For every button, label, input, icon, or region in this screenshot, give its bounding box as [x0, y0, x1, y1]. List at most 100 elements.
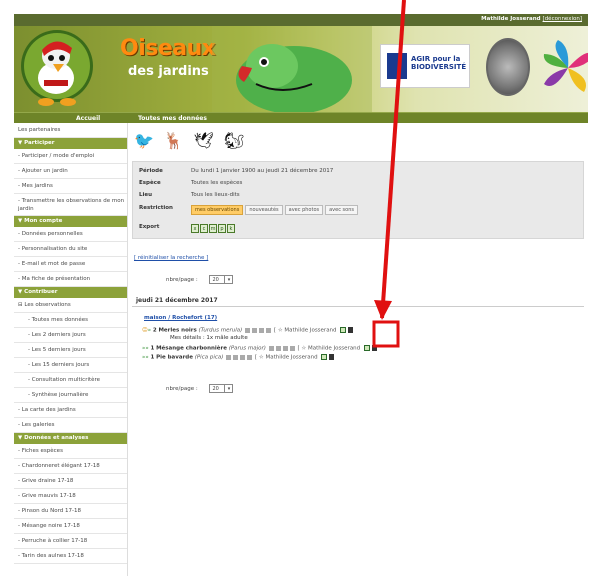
sidebar-item[interactable]: - Les galeries — [14, 418, 127, 433]
bird-flying-icon[interactable]: 🕊 — [194, 131, 214, 150]
site-title-line2: des jardins — [128, 64, 209, 79]
restriction-chip[interactable]: nouveautés — [245, 205, 283, 215]
logout-link[interactable]: [déconnexion] — [543, 16, 582, 22]
sidebar-item[interactable]: - Les 5 derniers jours — [14, 343, 127, 358]
expand-icon[interactable]: »» — [142, 346, 149, 352]
info-icon[interactable] — [289, 345, 295, 351]
sidebar-item-partners[interactable]: Les partenaires — [14, 123, 127, 138]
sidebar-item[interactable]: - Personnalisation du site — [14, 242, 127, 257]
export-map-icon[interactable]: m — [209, 224, 217, 233]
sidebar-head-account[interactable]: ▼ Mon compte — [14, 216, 127, 227]
per-page-label: nbre/page : — [166, 277, 198, 283]
obs-latin: (Turdus merula) — [198, 327, 243, 334]
sidebar-item[interactable]: - Mes jardins — [14, 179, 127, 194]
filter-value[interactable]: Toutes les espèces — [191, 180, 242, 186]
sidebar-item[interactable]: - La carte des jardins — [14, 403, 127, 418]
sidebar-item[interactable]: - Consultation multicritère — [14, 373, 127, 388]
header-banner: Oiseaux des jardins AGIR pour la BIODIVE… — [14, 26, 588, 112]
map-icon[interactable] — [252, 327, 258, 333]
sidebar: Les partenaires ▼ Participer - Participe… — [14, 123, 128, 576]
restriction-chip[interactable]: avec sons — [325, 205, 358, 215]
sidebar-item[interactable]: - Ma fiche de présentation — [14, 272, 127, 287]
observation-row: »» 1 Mésange charbonnière (Parus major) … — [142, 345, 377, 352]
bird-perched-icon[interactable]: 🐦 — [134, 131, 154, 150]
sidebar-item[interactable]: - Grive draine 17-18 — [14, 474, 127, 489]
sidebar-item[interactable]: - Mésange noire 17-18 — [14, 519, 127, 534]
sidebar-item[interactable]: - Tarin des aulnes 17-18 — [14, 549, 127, 564]
trash-icon[interactable] — [329, 354, 335, 360]
edit-icon[interactable] — [340, 327, 347, 333]
filter-label: Restriction — [139, 205, 173, 211]
sidebar-item[interactable]: - Toutes mes données — [14, 313, 127, 328]
agir-biodiversite-logo: AGIR pour la BIODIVERSITÉ — [380, 44, 470, 88]
sidebar-item[interactable]: - Grive mauvis 17-18 — [14, 489, 127, 504]
sidebar-item[interactable]: - Données personnelles — [14, 227, 127, 242]
obs-latin: (Pica pica) — [194, 354, 224, 361]
per-page-control: nbre/page : 20 ▾ — [166, 275, 234, 284]
squirrel-icon[interactable]: 🐿 — [224, 131, 244, 150]
sidebar-item-observations[interactable]: ⊟ Les observations — [14, 298, 127, 313]
chart-icon[interactable] — [240, 354, 246, 360]
agir-logo-text: AGIR pour la BIODIVERSITÉ — [411, 55, 467, 71]
place-link[interactable]: maison / Rochefort (17) — [144, 315, 217, 321]
sidebar-head-label: Participer — [24, 140, 55, 146]
trash-icon[interactable] — [348, 327, 354, 333]
species-group-icons: 🐦 🦌 🕊 🐿 — [134, 131, 252, 155]
sidebar-item[interactable]: - Les 15 derniers jours — [14, 358, 127, 373]
filter-value[interactable]: Tous les lieux-dits — [191, 192, 240, 198]
sidebar-head-label: Données et analyses — [24, 435, 89, 441]
restriction-chip[interactable]: avec photos — [284, 205, 324, 215]
export-excel-icon[interactable]: x — [191, 224, 199, 233]
sidebar-item[interactable]: - E-mail et mot de passe — [14, 257, 127, 272]
edit-icon[interactable] — [363, 345, 370, 351]
restriction-chips: mes observations nouveautés avec photos ave… — [191, 205, 360, 215]
info-icon[interactable] — [245, 327, 251, 333]
sidebar-item[interactable]: - Ajouter un jardin — [14, 164, 127, 179]
obs-species[interactable]: Mésange charbonnière — [156, 346, 227, 352]
mammal-icon[interactable]: 🦌 — [164, 131, 184, 150]
user-name: Mathilde Josserand — [481, 16, 541, 22]
trash-icon[interactable] — [371, 345, 377, 351]
export-kml-icon[interactable]: k — [227, 224, 235, 233]
filter-value[interactable]: Du lundi 1 janvier 1900 au jeudi 21 déce… — [191, 168, 333, 174]
reset-search-link[interactable]: [ réinitialiser la recherche ] — [134, 255, 208, 261]
sidebar-item[interactable]: - Transmettre les observations de mon ja… — [14, 194, 127, 216]
sidebar-item[interactable]: - Synthèse journalière — [14, 388, 127, 403]
obs-count: 1 — [150, 354, 155, 361]
expand-icon[interactable]: » — [148, 328, 151, 334]
sidebar-item[interactable]: - Fiches espèces — [14, 444, 127, 459]
chevron-down-icon: ▾ — [224, 385, 232, 393]
sidebar-item[interactable]: - Chardonneret élégant 17-18 — [14, 459, 127, 474]
edit-icon[interactable] — [321, 354, 328, 360]
sidebar-item[interactable]: - Pinson du Nord 17-18 — [14, 504, 127, 519]
expand-icon[interactable]: »» — [142, 355, 149, 361]
info-icon[interactable] — [268, 345, 274, 351]
info-icon[interactable] — [266, 327, 272, 333]
obs-latin: (Parus major) — [228, 345, 266, 352]
info-icon[interactable] — [226, 354, 232, 360]
sidebar-head-label: Contribuer — [24, 289, 58, 295]
sidebar-item[interactable]: - Perruche à collier 17-18 — [14, 534, 127, 549]
sidebar-item[interactable]: - Les 2 derniers jours — [14, 328, 127, 343]
date-heading: jeudi 21 décembre 2017 — [132, 295, 584, 307]
per-page-select[interactable]: 20 ▾ — [209, 275, 234, 284]
chart-icon[interactable] — [259, 327, 265, 333]
sidebar-head-data[interactable]: ▼ Données et analyses — [14, 433, 127, 444]
info-icon[interactable] — [247, 354, 253, 360]
obs-species[interactable]: Merles noirs — [158, 328, 196, 334]
export-csv-icon[interactable]: c — [200, 224, 208, 233]
observation-row: »» 1 Pie bavarde (Pica pica) [ ☆ Mathild… — [142, 354, 335, 361]
map-icon[interactable] — [275, 345, 281, 351]
export-pdf-icon[interactable]: p — [218, 224, 226, 233]
restriction-chip[interactable]: mes observations — [191, 205, 244, 215]
flower-logo-icon — [543, 40, 588, 92]
obs-species[interactable]: Pie bavarde — [156, 355, 193, 361]
chart-icon[interactable] — [282, 345, 288, 351]
nav-home[interactable]: Accueil — [76, 115, 100, 122]
sidebar-head-contribute[interactable]: ▼ Contribuer — [14, 287, 127, 298]
sidebar-item[interactable]: - Participer / mode d'emploi — [14, 149, 127, 164]
per-page-select[interactable]: 20 ▾ — [209, 384, 234, 393]
map-icon[interactable] — [233, 354, 239, 360]
sidebar-head-participate[interactable]: ▼ Participer — [14, 138, 127, 149]
obs-user: [ ☆ Mathilde Josserand — [273, 327, 337, 334]
